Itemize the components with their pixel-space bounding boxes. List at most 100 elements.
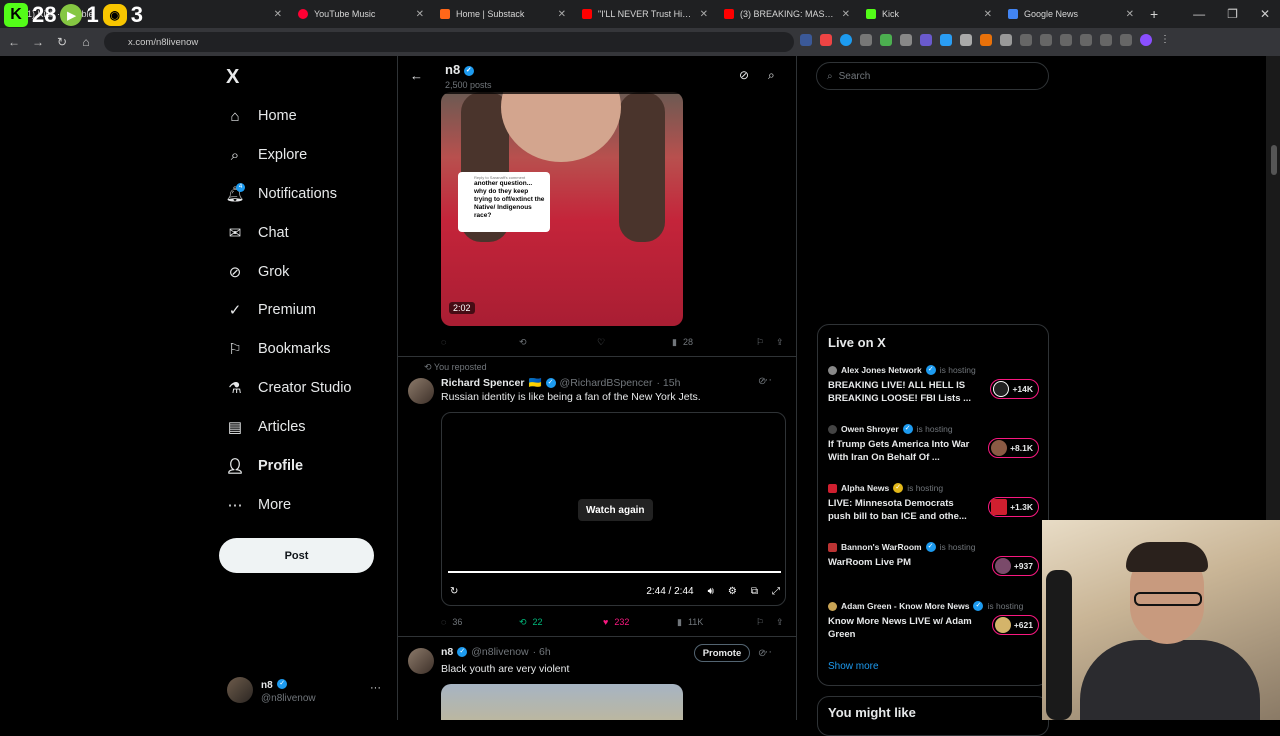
close-tab-icon[interactable]: ✕ — [842, 9, 850, 20]
views-button[interactable]: ▮ 28 — [672, 337, 756, 348]
avatar[interactable] — [408, 648, 434, 674]
sidebar-item-premium[interactable]: ✓ Premium — [226, 295, 316, 325]
show-more-link[interactable]: Show more — [828, 661, 879, 672]
repost-button[interactable]: ⟲ — [519, 337, 597, 348]
extension-icon[interactable] — [820, 34, 832, 46]
repost-button[interactable]: ⟲ 22 — [519, 617, 603, 628]
x-logo[interactable]: X — [226, 66, 239, 89]
views-button[interactable]: ▮ 11K — [677, 617, 756, 628]
bookmark-button[interactable]: ⚐ — [756, 617, 776, 628]
live-item[interactable]: Alpha News ✓ is hosting LIVE: Minnesota De… — [828, 483, 1043, 523]
more-icon[interactable]: ··· — [761, 646, 772, 658]
new-tab-button[interactable]: + — [1142, 0, 1172, 28]
author-handle[interactable]: @n8livenow — [471, 646, 528, 658]
live-item[interactable]: Bannon's WarRoom ✓ is hosting WarRoom Live… — [828, 542, 1043, 576]
sidebar-item-home[interactable]: ⌂ Home — [226, 101, 296, 131]
extension-icon[interactable] — [900, 34, 912, 46]
extension-icon[interactable] — [880, 34, 892, 46]
devtools-icon[interactable] — [1060, 34, 1072, 46]
sidebar-icon[interactable] — [1080, 34, 1092, 46]
address-bar[interactable]: x.com/n8livenow — [104, 32, 794, 52]
close-tab-icon[interactable]: ✕ — [416, 9, 424, 20]
sidebar-item-chat[interactable]: ✉ Chat — [226, 218, 289, 248]
profile-icon[interactable] — [1140, 34, 1152, 46]
settings-icon[interactable]: ⚙ — [728, 586, 737, 597]
extension-icon[interactable] — [860, 34, 872, 46]
share-button[interactable]: ⇪ — [776, 617, 784, 628]
like-button[interactable]: ♡ — [597, 337, 672, 348]
sidebar-item-more[interactable]: ⋯ More — [226, 490, 292, 520]
close-tab-icon[interactable]: ✕ — [558, 9, 566, 20]
author-handle[interactable]: @RichardBSpencer — [560, 377, 653, 389]
browser-tab[interactable]: Kick ✕ — [858, 0, 1000, 28]
extension-icon[interactable] — [920, 34, 932, 46]
close-tab-icon[interactable]: ✕ — [274, 9, 282, 20]
browser-tab[interactable]: "I'LL NEVER Trust Him" Pre ✕ — [574, 0, 716, 28]
back-arrow-icon[interactable]: ← — [410, 68, 423, 83]
sidebar-item-articles[interactable]: ▤ Articles — [226, 412, 306, 442]
post-time[interactable]: · 15h — [656, 377, 680, 389]
reply-button[interactable]: ◌ 36 — [441, 617, 519, 627]
restore-icon[interactable]: ❐ — [1227, 7, 1238, 21]
like-button[interactable]: ♥ 232 — [603, 617, 677, 627]
close-tab-icon[interactable]: ✕ — [700, 9, 708, 20]
account-more-icon[interactable]: ··· — [370, 682, 381, 694]
grok-icon[interactable]: ⊘ — [739, 68, 749, 82]
live-item[interactable]: Owen Shroyer ✓ is hosting If Trump Gets Am… — [828, 424, 1043, 464]
extension-icon[interactable] — [1100, 34, 1112, 46]
share-button[interactable]: ⇪ — [776, 337, 784, 348]
replay-icon[interactable]: ↻ — [450, 586, 458, 597]
extension-icon[interactable] — [840, 34, 852, 46]
live-item[interactable]: Alex Jones Network ✓ is hosting BREAKING L… — [828, 365, 1043, 405]
author-name[interactable]: n8 — [441, 646, 453, 658]
fullscreen-icon[interactable]: ⤢ — [772, 586, 780, 597]
post-media[interactable] — [441, 684, 683, 720]
home-browser-icon[interactable]: ⌂ — [74, 35, 98, 49]
video-player[interactable]: Reply to Saranaff's comment another ques… — [441, 92, 683, 326]
sidebar-item-bookmarks[interactable]: ⚐ Bookmarks — [226, 334, 330, 364]
post-time[interactable]: · 6h — [533, 646, 551, 658]
puzzle-icon[interactable] — [1000, 34, 1012, 46]
history-icon[interactable] — [1020, 34, 1032, 46]
pip-icon[interactable]: ⧉ — [751, 586, 758, 597]
extension-icon[interactable] — [980, 34, 992, 46]
extension-icon[interactable] — [1120, 34, 1132, 46]
watch-again-button[interactable]: Watch again — [578, 499, 653, 521]
sidebar-item-grok[interactable]: ⊘ Grok — [226, 257, 290, 287]
browser-tab[interactable]: YouTube Music ✕ — [290, 0, 432, 28]
promote-button[interactable]: Promote — [694, 644, 750, 662]
live-item[interactable]: Adam Green - Know More News ✓ is hosting K… — [828, 601, 1043, 641]
minimize-icon[interactable]: — — [1193, 7, 1205, 21]
volume-icon[interactable]: 🔊︎ — [708, 586, 714, 597]
reload-icon[interactable]: ↻ — [50, 35, 74, 49]
close-tab-icon[interactable]: ✕ — [984, 9, 992, 20]
back-icon[interactable]: ← — [2, 35, 26, 49]
avatar[interactable] — [408, 378, 434, 404]
sidebar-item-creator-studio[interactable]: ⚗ Creator Studio — [226, 373, 351, 403]
more-icon[interactable]: ··· — [761, 374, 772, 386]
sidebar-item-profile[interactable]: 👤︎ Profile — [225, 451, 303, 481]
video-player[interactable]: Watch again ↻ 2:44 / 2:44 🔊︎ ⚙ ⧉ ⤢ — [441, 412, 786, 606]
post-button[interactable]: Post — [219, 538, 374, 573]
close-window-icon[interactable]: ✕ — [1260, 7, 1270, 21]
search-input[interactable]: ⌕ Search — [816, 62, 1049, 90]
close-tab-icon[interactable]: ✕ — [1126, 9, 1134, 20]
search-icon[interactable]: ⌕ — [768, 68, 775, 83]
reply-button[interactable]: ◌ — [441, 337, 519, 347]
scroll-thumb[interactable] — [1271, 145, 1277, 175]
browser-tab[interactable]: Home | Substack ✕ — [432, 0, 574, 28]
account-switcher[interactable]: n8 ✓ @n8livenow — [227, 675, 316, 704]
sidebar-item-notifications[interactable]: 🔔︎ 4 Notifications — [225, 179, 337, 209]
video-progress-bar[interactable] — [448, 571, 781, 573]
extension-icon[interactable] — [940, 34, 952, 46]
forward-icon[interactable]: → — [26, 35, 50, 49]
menu-icon[interactable]: ⋮ — [1160, 34, 1172, 46]
bookmark-button[interactable]: ⚐ — [756, 337, 776, 348]
extension-icon[interactable] — [960, 34, 972, 46]
browser-tab[interactable]: Google News ✕ — [1000, 0, 1142, 28]
sidebar-item-explore[interactable]: ⌕ Explore — [226, 140, 307, 170]
extension-icon[interactable] — [1040, 34, 1052, 46]
author-name[interactable]: Richard Spencer — [441, 377, 524, 389]
browser-tab[interactable]: (3) BREAKING: MASSIVE E ✕ — [716, 0, 858, 28]
extension-icon[interactable] — [800, 34, 812, 46]
